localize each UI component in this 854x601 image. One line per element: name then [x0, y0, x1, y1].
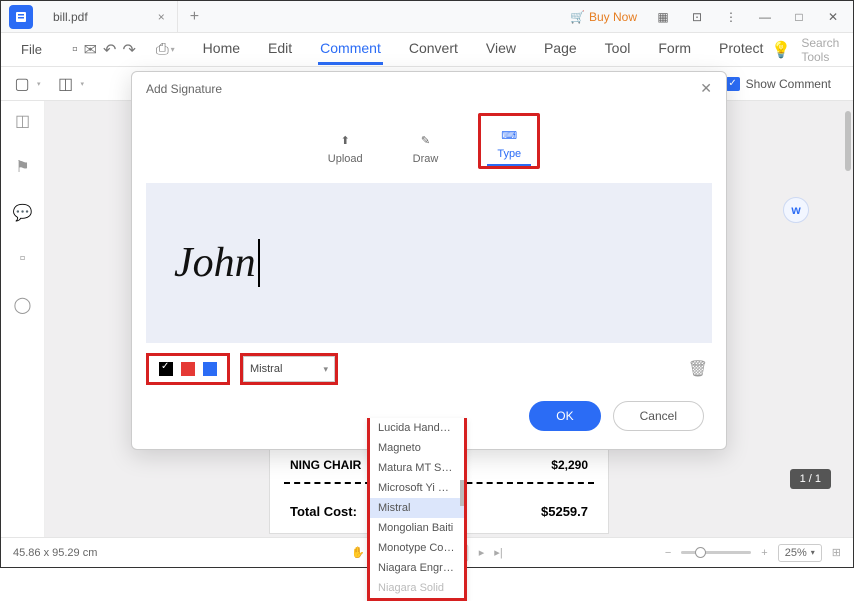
left-sidebar: ◫ ⚑ 💬 ▫ ◯ — [1, 101, 45, 537]
dropdown-scrollbar[interactable] — [460, 480, 464, 506]
font-option[interactable]: Matura MT Scrip... — [370, 458, 464, 478]
minimize-button[interactable]: — — [749, 1, 781, 33]
zoom-slider[interactable] — [681, 551, 751, 554]
font-dropdown-highlight: Mistral ▾ — [240, 353, 338, 385]
zoom-out-button[interactable]: − — [665, 547, 671, 559]
signature-preview-text: John — [174, 239, 256, 287]
zoom-slider-handle[interactable] — [695, 547, 706, 558]
thumbnails-icon[interactable]: ◫ — [13, 111, 33, 131]
bulb-icon[interactable]: 💡 — [771, 40, 791, 60]
upload-icon: ⬆ — [335, 131, 355, 149]
bookmarks-icon[interactable]: ⚑ — [13, 157, 33, 177]
save-icon[interactable]: ▫ — [72, 40, 78, 60]
new-tab-button[interactable]: + — [184, 6, 205, 28]
fit-page-icon[interactable]: ⊞ — [832, 546, 841, 559]
word-export-badge[interactable]: w — [783, 197, 809, 223]
cancel-button[interactable]: Cancel — [613, 401, 704, 431]
tab-home[interactable]: Home — [201, 34, 242, 65]
font-option[interactable]: Microsoft Yi Baiti — [370, 478, 464, 498]
font-option-selected[interactable]: Mistral — [370, 498, 464, 518]
tab-view[interactable]: View — [484, 34, 518, 65]
color-swatch-black[interactable] — [159, 362, 173, 376]
chevron-down-icon: ▾ — [323, 364, 328, 375]
tab-convert[interactable]: Convert — [407, 34, 460, 65]
font-select[interactable]: Mistral ▾ — [243, 356, 335, 382]
dialog-close-button[interactable]: ✕ — [700, 80, 712, 97]
last-page-icon[interactable]: ▸| — [494, 546, 502, 559]
ok-button[interactable]: OK — [529, 401, 600, 431]
add-signature-dialog: Add Signature ✕ ⬆ Upload ✎ Draw ⌨ Type J… — [131, 71, 727, 450]
show-comment-toggle[interactable]: ✓ Show Comment — [726, 77, 843, 91]
color-swatches-highlight — [146, 353, 230, 385]
search-tools-input[interactable]: Search Tools — [801, 36, 853, 64]
signature-tab-draw[interactable]: ✎ Draw — [403, 127, 449, 169]
apps-icon[interactable]: ▦ — [647, 1, 679, 33]
attachments-icon[interactable]: ▫ — [13, 249, 33, 269]
cursor-position: 45.86 x 95.29 cm — [13, 547, 97, 559]
next-page-icon[interactable]: ▸ — [479, 546, 485, 559]
font-option[interactable]: Monotype Corsiva — [370, 538, 464, 558]
vertical-scrollbar[interactable] — [845, 111, 851, 171]
page-indicator-badge: 1 / 1 — [790, 469, 831, 489]
highlight-tool-icon[interactable]: ◫ — [55, 73, 77, 95]
app-icon — [9, 5, 33, 29]
file-menu[interactable]: File — [11, 38, 52, 61]
search-panel-icon[interactable]: ◯ — [13, 295, 33, 315]
tab-page[interactable]: Page — [542, 34, 579, 65]
chevron-down-icon: ▾ — [811, 548, 815, 557]
buy-now-link[interactable]: 🛒 Buy Now — [570, 10, 637, 24]
main-tabs: Home Edit Comment Convert View Page Tool… — [201, 34, 766, 65]
active-tab-highlight: ⌨ Type — [478, 113, 540, 169]
comments-panel-icon[interactable]: 💬 — [13, 203, 33, 223]
delete-signature-button[interactable]: 🗑 — [688, 359, 712, 379]
font-option[interactable]: Magneto — [370, 438, 464, 458]
chevron-down-icon[interactable]: ▾ — [171, 45, 175, 54]
draw-icon: ✎ — [415, 131, 435, 149]
tab-edit[interactable]: Edit — [266, 34, 294, 65]
signature-tab-upload[interactable]: ⬆ Upload — [318, 127, 373, 169]
font-option[interactable]: Mongolian Baiti — [370, 518, 464, 538]
print-icon[interactable]: ⎙ — [156, 40, 169, 60]
zoom-in-button[interactable]: + — [761, 547, 767, 559]
tab-tool[interactable]: Tool — [603, 34, 633, 65]
tab-comment[interactable]: Comment — [318, 34, 383, 65]
tab-protect[interactable]: Protect — [717, 34, 765, 65]
document-tab-label: bill.pdf — [53, 10, 88, 24]
tab-form[interactable]: Form — [656, 34, 693, 65]
notification-icon[interactable]: ⊡ — [681, 1, 713, 33]
maximize-button[interactable]: □ — [783, 1, 815, 33]
close-window-button[interactable]: ✕ — [817, 1, 849, 33]
text-cursor — [258, 239, 260, 287]
signature-tab-type[interactable]: ⌨ Type — [487, 122, 531, 166]
more-icon[interactable]: ⋮ — [715, 1, 747, 33]
checkbox-checked-icon: ✓ — [726, 77, 740, 91]
mail-icon[interactable]: ✉ — [84, 40, 97, 60]
tab-close-icon[interactable]: × — [158, 10, 165, 24]
document-tab[interactable]: bill.pdf × — [41, 1, 178, 33]
signature-canvas[interactable]: John — [146, 183, 712, 343]
menubar: File ▫ ✉ ↶ ↷ ⎙ ▾ Home Edit Comment Conve… — [1, 33, 853, 67]
type-icon: ⌨ — [499, 126, 519, 144]
font-option[interactable]: Niagara Engraved — [370, 558, 464, 578]
color-swatch-red[interactable] — [181, 362, 195, 376]
undo-icon[interactable]: ↶ — [103, 40, 116, 60]
note-tool-icon[interactable]: ▢ — [11, 73, 33, 95]
redo-icon[interactable]: ↷ — [122, 40, 135, 60]
font-option[interactable]: Lucida Handwri... — [370, 418, 464, 438]
hand-tool-icon[interactable]: ✋ — [351, 546, 365, 559]
color-swatch-blue[interactable] — [203, 362, 217, 376]
font-option[interactable]: Niagara Solid — [370, 578, 464, 598]
cart-icon: 🛒 — [570, 10, 585, 24]
dialog-title: Add Signature — [146, 82, 222, 96]
zoom-value-select[interactable]: 25% ▾ — [778, 544, 822, 562]
titlebar: bill.pdf × + 🛒 Buy Now ▦ ⊡ ⋮ — □ ✕ — [1, 1, 853, 33]
font-dropdown-list: Lucida Handwri... Magneto Matura MT Scri… — [367, 418, 467, 601]
